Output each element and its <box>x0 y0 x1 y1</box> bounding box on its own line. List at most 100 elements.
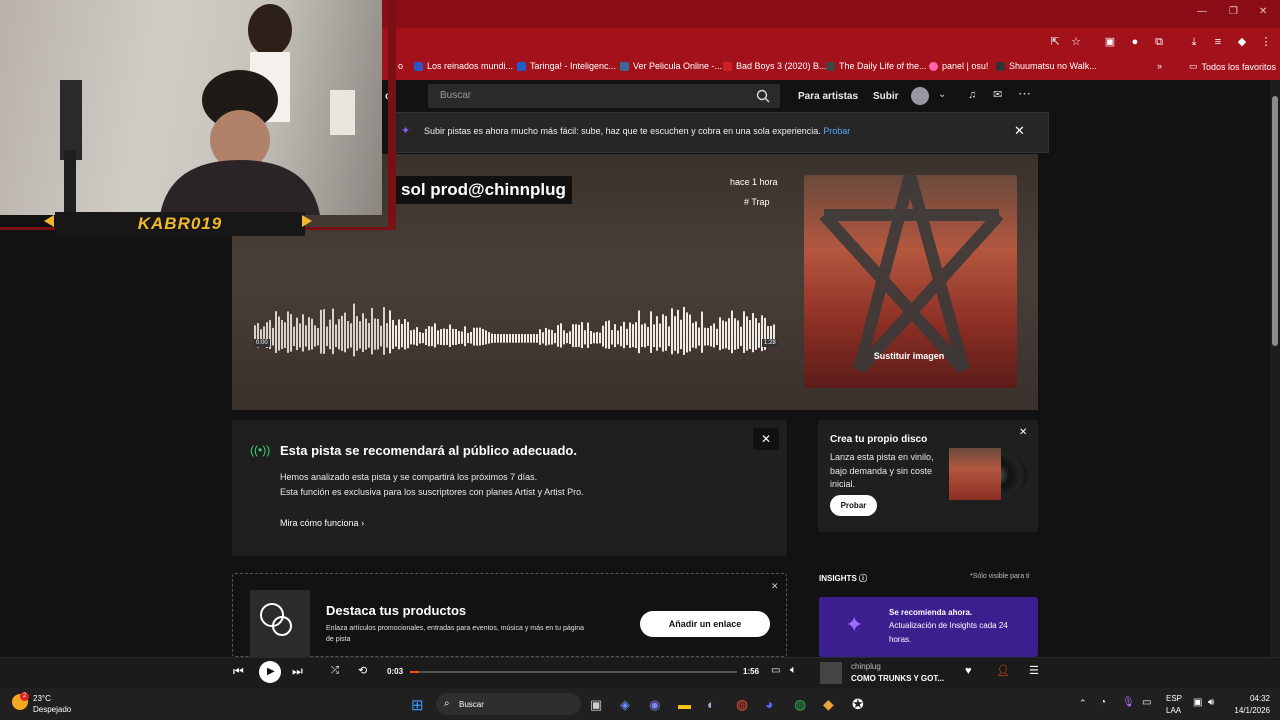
highlight-line: de pista <box>326 636 351 643</box>
downloads-icon[interactable]: ⤓ <box>1187 35 1201 49</box>
waveform-bar <box>416 327 418 346</box>
restore-icon[interactable]: ❐ <box>1229 6 1238 17</box>
follow-user-icon[interactable]: 👤︎ <box>996 664 1010 677</box>
info-icon[interactable]: ⓘ <box>859 574 867 583</box>
vinyl-close-icon[interactable]: ✕ <box>1019 427 1027 438</box>
volume-tray-icon[interactable]: 🔊︎ <box>1208 697 1214 708</box>
highlight-title: Destaca tus productos <box>326 603 467 618</box>
banner-try-link[interactable]: Probar <box>823 126 850 136</box>
waveform-bar <box>392 319 394 350</box>
tray-chevron-icon[interactable]: ⌃ <box>1079 698 1087 709</box>
player-progress-track[interactable] <box>410 671 737 673</box>
extension-youtube-icon[interactable]: ▣ <box>1103 35 1117 49</box>
install-app-icon[interactable]: ⇱ <box>1048 35 1062 49</box>
bookmark-partial[interactable]: o <box>398 61 403 71</box>
like-heart-icon[interactable]: ♥ <box>965 665 972 677</box>
waveform-bar <box>740 326 742 346</box>
waveform-bar <box>353 303 355 357</box>
keyboard-layout[interactable]: LAA <box>1166 706 1181 715</box>
app-icon[interactable]: ◆ <box>823 696 834 713</box>
waveform-bar <box>374 318 376 350</box>
close-window-icon[interactable]: ✕ <box>1259 6 1267 17</box>
language-code[interactable]: ESP <box>1166 694 1182 703</box>
insights-line: horas. <box>889 635 912 644</box>
previous-icon[interactable]: ⏮ <box>233 664 244 679</box>
replace-image-button[interactable]: Sustituir imagen <box>804 351 1014 361</box>
bookmark-item[interactable]: Taringa! - Inteligenc... <box>517 61 616 71</box>
clock-date[interactable]: 14/1/2026 <box>1230 706 1270 715</box>
track-tag[interactable]: # Trap <box>744 197 770 207</box>
bookmark-star-icon[interactable]: ☆ <box>1069 35 1083 49</box>
tray-display-icon[interactable]: ▭ <box>1142 697 1151 708</box>
microphone-icon[interactable]: 🎙︎ <box>1122 697 1135 708</box>
profile-icon[interactable]: ◆ <box>1235 35 1249 49</box>
waveform-bar <box>380 325 382 347</box>
add-link-button[interactable]: Añadir un enlace <box>640 611 770 637</box>
chrome-active-icon[interactable]: ◍ <box>794 696 806 713</box>
chrome-icon[interactable]: ◍ <box>736 696 748 713</box>
messages-mail-icon[interactable]: ✉ <box>993 88 1002 101</box>
media-controls-icon[interactable]: ≡ <box>1211 35 1225 49</box>
vinyl-try-button[interactable]: Probar <box>830 495 877 516</box>
waveform-bar <box>308 317 310 351</box>
waveform-bar <box>719 317 721 351</box>
waveform-bar <box>584 330 586 345</box>
steam-icon[interactable]: ◐ <box>707 697 715 712</box>
all-bookmarks-folder[interactable]: ▭ Todos los favoritos <box>1189 61 1276 72</box>
waveform-bar <box>563 330 565 345</box>
upload-link[interactable]: Subir <box>873 91 899 102</box>
shuffle-icon[interactable]: ⤮ <box>331 665 339 676</box>
next-icon[interactable]: ⏭ <box>292 664 303 679</box>
bookmark-item[interactable]: Shuumatsu no Walk... <box>996 61 1097 71</box>
bookmark-item[interactable]: Ver Pelicula Online -... <box>620 61 722 71</box>
recommendation-close-button[interactable]: ✕ <box>753 428 779 450</box>
bookmark-item[interactable]: panel | osu! <box>929 61 988 71</box>
avatar[interactable] <box>911 87 929 105</box>
repeat-icon[interactable]: ⟲ <box>358 664 367 677</box>
search-input[interactable]: Buscar <box>428 84 780 108</box>
waveform[interactable] <box>252 298 776 368</box>
bookmark-item[interactable]: Los reinados mundi... <box>414 61 513 71</box>
now-playing-title[interactable]: COMO TRUNKS Y GOT... <box>851 674 944 683</box>
menu-dots-icon[interactable]: ⋮ <box>1259 35 1273 49</box>
chevron-down-icon[interactable]: ⌄ <box>938 89 946 100</box>
scrollbar-thumb[interactable] <box>1272 96 1278 346</box>
more-dots-icon[interactable]: ⋯ <box>1018 86 1031 102</box>
queue-icon[interactable]: ☰ <box>1029 664 1039 677</box>
copilot-icon[interactable]: ◈ <box>620 697 630 713</box>
play-button[interactable]: ▶ <box>259 661 281 683</box>
file-explorer-icon[interactable]: ▬ <box>678 697 691 712</box>
waveform-bar <box>677 309 679 354</box>
network-icon[interactable]: ▣ <box>1193 697 1202 708</box>
app-icon[interactable]: ✪ <box>852 696 864 713</box>
extensions-icon[interactable]: ⧉ <box>1152 35 1166 49</box>
cast-icon[interactable]: ▭ <box>771 665 780 676</box>
volume-icon[interactable]: 🔈︎ <box>790 664 797 677</box>
bookmark-item[interactable]: The Daily Life of the... <box>826 61 927 71</box>
waveform-bar <box>674 316 676 351</box>
minimize-icon[interactable]: — <box>1197 6 1207 17</box>
how-it-works-link[interactable]: Mira cómo funciona › <box>280 518 364 528</box>
windows-start-icon[interactable]: ⊞ <box>411 696 424 714</box>
for-artists-link[interactable]: Para artistas <box>798 91 858 102</box>
discord-icon[interactable]: ◕ <box>765 696 773 712</box>
bookmark-item[interactable]: Bad Boys 3 (2020) B... <box>723 61 827 71</box>
now-playing-artist[interactable]: chinplug <box>851 662 881 671</box>
waveform-bar <box>758 322 760 348</box>
taskbar-search[interactable]: ⌕ Buscar <box>436 693 581 715</box>
notifications-bell-icon[interactable]: ♫ <box>968 89 976 101</box>
now-playing-thumbnail[interactable] <box>820 662 842 684</box>
task-view-icon[interactable]: ▣ <box>590 697 602 713</box>
extension-badge-icon[interactable]: ● <box>1128 35 1142 49</box>
vinyl-title: Crea tu propio disco <box>830 434 928 445</box>
clock-time[interactable]: 04:32 <box>1232 694 1270 703</box>
waveform-bar <box>347 321 349 349</box>
highlight-close-icon[interactable]: ✕ <box>771 581 779 592</box>
banner-close-icon[interactable]: ✕ <box>1014 123 1025 139</box>
tray-app-icon[interactable]: ◔ <box>1100 697 1106 708</box>
teams-icon[interactable]: ◉ <box>649 697 660 713</box>
search-icon[interactable] <box>756 89 770 103</box>
bookmarks-overflow-icon[interactable]: » <box>1157 61 1162 71</box>
waveform-bar <box>542 332 544 344</box>
waveform-bar <box>515 334 517 343</box>
